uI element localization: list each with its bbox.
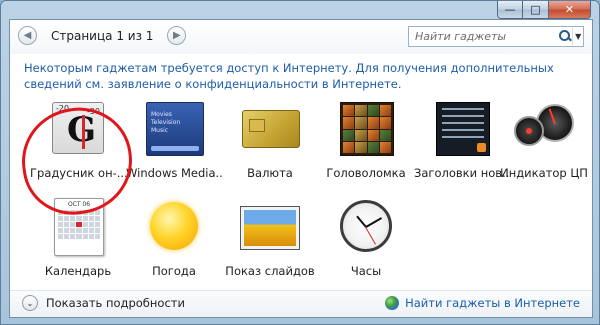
- headlines-icon: [430, 98, 494, 160]
- internet-access-notice[interactable]: Некоторым гаджетам требуется доступ к Ин…: [24, 60, 584, 92]
- weather-icon: [142, 196, 206, 258]
- get-gadgets-online-link[interactable]: Найти гаджеты в Интернете: [385, 296, 580, 310]
- chevron-down-icon: ⌄: [22, 295, 38, 311]
- gadget-tile-slideshow[interactable]: Показ слайдов: [222, 196, 318, 284]
- gadget-gallery-window: — □ ✕ ◀ Страница 1 из 1 ▶ ▼ Некоторым га…: [0, 0, 600, 325]
- gadget-label: Календарь: [44, 264, 112, 278]
- gadget-tile-clock[interactable]: Часы: [318, 196, 414, 284]
- pager: ◀ Страница 1 из 1 ▶: [18, 26, 187, 45]
- wmc-menu-item: Movies: [151, 111, 172, 118]
- close-button[interactable]: ✕: [549, 1, 591, 19]
- calendar-icon: OCT 06: [46, 196, 110, 258]
- gadget-tile-media-center[interactable]: Movies Television Music Windows Media...: [126, 98, 222, 186]
- footer-bar: ⌄ Показать подробности Найти гаджеты в И…: [10, 290, 592, 317]
- gadget-label: Градусник он-...: [30, 166, 126, 180]
- gallery-client-area: ◀ Страница 1 из 1 ▶ ▼ Некоторым гаджетам…: [9, 19, 593, 318]
- gadget-tile-calendar[interactable]: OCT 06 Календарь: [30, 196, 126, 284]
- gadget-label: Показ слайдов: [225, 264, 315, 278]
- page-indicator: Страница 1 из 1: [51, 28, 154, 43]
- wmc-menu-item: Music: [151, 127, 169, 134]
- gadget-tile-puzzle[interactable]: Головоломка: [318, 98, 414, 186]
- get-gadgets-online-label: Найти гаджеты в Интернете: [405, 296, 580, 310]
- cpu-meter-icon: [512, 98, 576, 160]
- slideshow-icon: [238, 196, 302, 258]
- gadget-tile-cpu-meter[interactable]: Индикатор ЦП: [496, 98, 592, 186]
- gadget-tile-weather[interactable]: Погода: [126, 196, 222, 284]
- currency-icon: [238, 98, 302, 160]
- gadget-tile-thermometer[interactable]: -20 -30 G Градусник он-...: [30, 98, 126, 186]
- next-page-button[interactable]: ▶: [167, 26, 187, 45]
- prev-page-button[interactable]: ◀: [18, 26, 37, 45]
- gadget-label: Часы: [350, 264, 382, 278]
- thermometer-icon: -20 -30 G: [46, 98, 110, 160]
- search-icon[interactable]: [558, 29, 571, 44]
- caption-buttons: — □ ✕: [497, 1, 591, 19]
- search-box: ▼: [408, 26, 584, 47]
- gadget-label: Погода: [152, 264, 196, 278]
- show-details-button[interactable]: ⌄ Показать подробности: [22, 295, 185, 311]
- gadget-label: Windows Media...: [126, 166, 222, 180]
- clock-icon: [334, 196, 398, 258]
- toolbar: ◀ Страница 1 из 1 ▶ ▼: [10, 20, 592, 54]
- rss-icon: [477, 143, 486, 152]
- gadget-label: Головоломка: [326, 166, 406, 180]
- search-input[interactable]: [409, 27, 558, 46]
- puzzle-icon: [334, 98, 398, 160]
- show-details-label: Показать подробности: [46, 296, 185, 310]
- gadget-label: Валюта: [247, 166, 293, 180]
- maximize-button[interactable]: □: [523, 1, 549, 19]
- wmc-menu-item: Television: [151, 119, 181, 126]
- gadget-tile-currency[interactable]: Валюта: [222, 98, 318, 186]
- search-dropdown-button[interactable]: ▼: [572, 27, 583, 46]
- gadget-label: Индикатор ЦП: [500, 166, 588, 180]
- calendar-month: OCT 06: [67, 201, 91, 208]
- minimize-button[interactable]: —: [497, 1, 523, 19]
- globe-icon: [385, 296, 400, 310]
- media-center-icon: Movies Television Music: [142, 98, 206, 160]
